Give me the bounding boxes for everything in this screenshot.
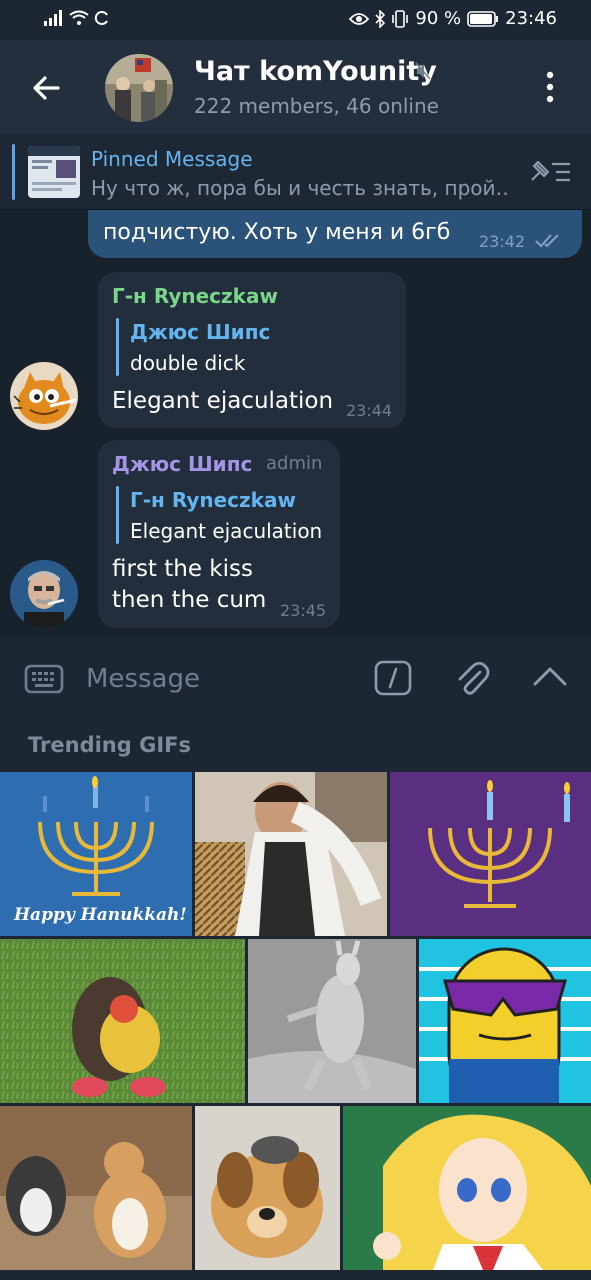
message-text-line: first the kiss	[112, 556, 253, 582]
bot-commands-icon[interactable]	[374, 660, 412, 696]
outgoing-message-text: подчистую. Хоть у меня и 6гб	[103, 220, 451, 245]
reply-text[interactable]: double dick	[130, 351, 245, 375]
keyboard-icon[interactable]	[24, 664, 64, 694]
outgoing-message-time: 23:42	[479, 232, 526, 251]
chevron-up-icon[interactable]	[532, 664, 568, 688]
message-time: 23:45	[280, 601, 327, 620]
pinned-text: Ну что ж, пора бы и честь знать, прой…	[91, 176, 511, 200]
gif-section-title: Trending GIFs	[28, 733, 191, 757]
sync-icon	[94, 11, 108, 25]
chat-title[interactable]: Чат komYounity	[194, 56, 437, 87]
pinned-thumbnail	[28, 146, 80, 198]
message-sender[interactable]: Джюс Шипс	[112, 452, 252, 476]
message-sender[interactable]: Г-н Ryneczkaw	[112, 284, 278, 308]
reply-text[interactable]: Elegant ejaculation	[130, 519, 322, 543]
gif-panel: Trending GIFs Happy Hanukkah!	[0, 718, 591, 1280]
gif-dog[interactable]	[195, 1106, 340, 1270]
back-arrow-icon[interactable]	[28, 70, 64, 106]
bluetooth-icon	[375, 9, 386, 28]
pinned-message-bar[interactable]: Pinned Message Ну что ж, пора бы и честь…	[0, 134, 591, 210]
clock: 23:46	[505, 8, 557, 29]
reply-sender[interactable]: Джюс Шипс	[130, 320, 270, 344]
reply-indicator	[116, 486, 119, 544]
chat-header: Чат komYounity 222 members, 46 online	[0, 40, 591, 134]
attach-icon[interactable]	[454, 658, 490, 698]
user-avatar[interactable]	[10, 362, 78, 430]
read-checkmarks-icon	[535, 234, 559, 248]
pinned-label: Pinned Message	[91, 147, 253, 171]
message-text-line: then the cum	[112, 587, 267, 613]
gif-caption: Happy Hanukkah!	[13, 905, 187, 925]
pin-list-icon[interactable]	[526, 158, 572, 186]
message-time: 23:44	[346, 401, 393, 420]
user-avatar[interactable]	[10, 560, 78, 628]
battery-icon	[467, 10, 499, 27]
eye-icon	[349, 12, 370, 25]
reply-indicator	[116, 318, 119, 376]
gif-kangaroo[interactable]	[248, 939, 416, 1103]
more-options-icon[interactable]	[544, 70, 556, 104]
gif-man-couch[interactable]	[195, 772, 387, 936]
message-input[interactable]	[86, 662, 356, 696]
chat-history[interactable]: подчистую. Хоть у меня и 6гб 23:42 Г-н R…	[0, 210, 591, 638]
battery-percent: 90 %	[415, 8, 462, 29]
vibrate-icon	[392, 9, 409, 28]
gif-minion[interactable]	[419, 939, 591, 1103]
signal-icon	[44, 10, 62, 26]
reply-sender[interactable]: Г-н Ryneczkaw	[130, 488, 296, 512]
gif-toy-grass[interactable]	[0, 939, 245, 1103]
status-bar: 90 % 23:46	[0, 0, 591, 40]
admin-badge: admin	[266, 453, 323, 474]
gif-hanukkah-purple[interactable]	[390, 772, 591, 936]
chat-subtitle: 222 members, 46 online	[194, 94, 439, 118]
gif-cats[interactable]	[0, 1106, 192, 1270]
chat-avatar[interactable]	[105, 54, 173, 122]
message-composer	[0, 638, 591, 718]
wifi-icon	[69, 10, 89, 25]
gif-hanukkah-blue[interactable]: Happy Hanukkah!	[0, 772, 192, 936]
pinned-indicator	[12, 144, 15, 200]
gif-sailor-moon[interactable]	[343, 1106, 591, 1270]
muted-icon	[415, 62, 431, 80]
message-text: Elegant ejaculation	[112, 388, 334, 414]
